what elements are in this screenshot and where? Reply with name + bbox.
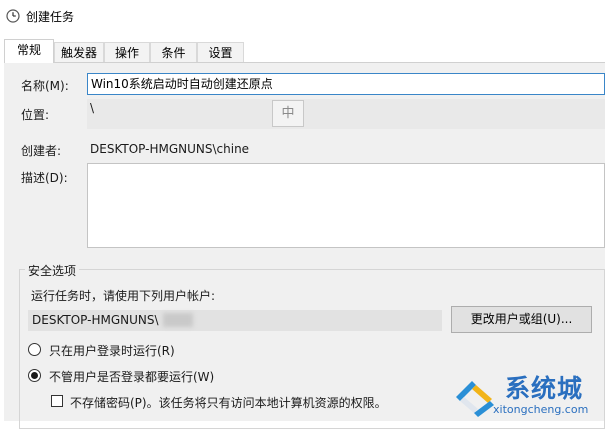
watermark-brand: 系统城 xyxy=(505,374,584,403)
change-user-button[interactable]: 更改用户或组(U)... xyxy=(451,306,592,333)
location-label: 位置: xyxy=(21,108,50,122)
location-field xyxy=(87,99,605,129)
window-title: 创建任务 xyxy=(26,10,75,24)
run-as-prompt: 运行任务时，请使用下列用户帐户: xyxy=(31,289,216,303)
name-label: 名称(M): xyxy=(21,79,69,93)
tab-conditions[interactable]: 条件 xyxy=(150,42,197,62)
tab-triggers[interactable]: 触发器 xyxy=(54,42,104,62)
user-account-value: DESKTOP-HMGNUNS\ xyxy=(32,313,159,327)
radio-whether-logged-on[interactable] xyxy=(28,369,41,382)
radio-selected-dot xyxy=(31,372,38,379)
location-value: \ xyxy=(90,101,95,115)
security-options-title: 安全选项 xyxy=(25,262,80,279)
radio-whether-logged-on-label[interactable]: 不管用户是否登录都要运行(W) xyxy=(49,368,214,385)
tab-settings[interactable]: 设置 xyxy=(197,42,244,62)
author-value: DESKTOP-HMGNUNS\chine xyxy=(90,142,250,156)
radio-logged-on-only[interactable] xyxy=(28,343,41,356)
description-textarea[interactable] xyxy=(87,163,605,248)
windows-logo-icon xyxy=(456,381,494,417)
name-input[interactable]: Win10系统启动时自动创建还原点 xyxy=(87,73,605,95)
tab-strip: 常规 触发器 操作 条件 设置 xyxy=(0,32,605,63)
radio-logged-on-only-label[interactable]: 只在用户登录时运行(R) xyxy=(49,342,175,359)
author-label: 创建者: xyxy=(21,144,62,158)
watermark-url: xitongcheng.com xyxy=(493,403,589,416)
no-store-password-checkbox[interactable] xyxy=(51,395,63,407)
tab-actions[interactable]: 操作 xyxy=(104,42,150,62)
tab-general[interactable]: 常规 xyxy=(4,39,54,63)
clock-icon xyxy=(6,9,20,23)
no-store-password-label[interactable]: 不存储密码(P)。该任务将只有访问本地计算机资源的权限。 xyxy=(70,394,387,411)
redacted-username xyxy=(163,313,193,327)
title-bar: 创建任务 xyxy=(0,0,605,32)
ime-indicator[interactable]: 中 xyxy=(272,100,304,127)
description-label: 描述(D): xyxy=(21,171,68,185)
